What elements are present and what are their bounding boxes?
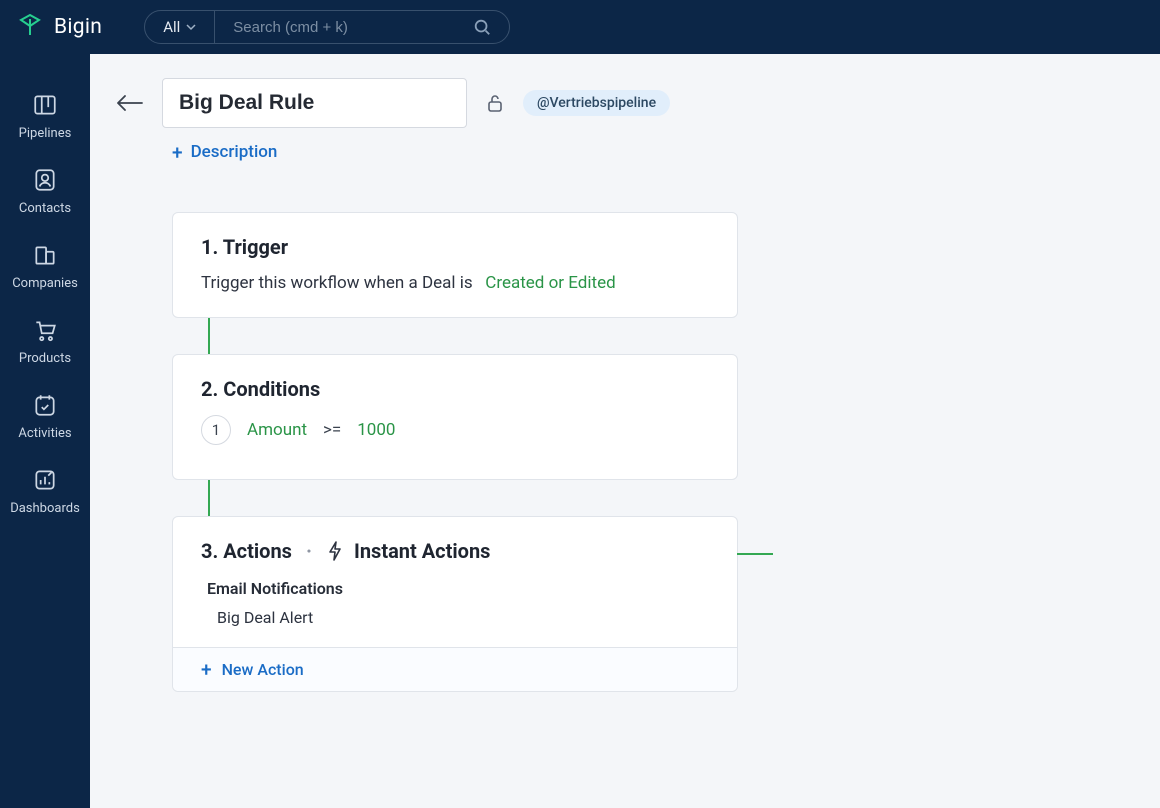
sidebar-label: Companies bbox=[12, 276, 78, 291]
dot-separator: · bbox=[306, 539, 312, 563]
lightning-icon bbox=[326, 541, 344, 561]
sidebar: Pipelines Contacts Companies Products bbox=[0, 54, 90, 808]
sidebar-label: Pipelines bbox=[19, 126, 72, 141]
condition-value: 1000 bbox=[357, 420, 395, 440]
action-item[interactable]: Big Deal Alert bbox=[217, 608, 709, 627]
sidebar-item-contacts[interactable]: Contacts bbox=[0, 153, 90, 228]
new-action-button[interactable]: + New Action bbox=[173, 647, 737, 691]
sidebar-label: Contacts bbox=[19, 201, 71, 216]
actions-subtitle: Instant Actions bbox=[354, 539, 490, 563]
pipeline-tag[interactable]: @Vertriebspipeline bbox=[523, 90, 670, 116]
sidebar-item-pipelines[interactable]: Pipelines bbox=[0, 78, 90, 153]
trigger-prefix: Trigger this workflow when a Deal is bbox=[201, 273, 473, 293]
topbar: Bigin All bbox=[0, 0, 1160, 54]
actions-title: 3. Actions · Instant Actions bbox=[201, 539, 709, 563]
rule-header: @Vertriebspipeline bbox=[114, 78, 1120, 128]
trigger-mode[interactable]: Created or Edited bbox=[485, 273, 615, 293]
sidebar-item-activities[interactable]: Activities bbox=[0, 378, 90, 453]
branch-connector bbox=[737, 553, 773, 555]
plus-icon: + bbox=[201, 660, 212, 679]
trigger-line: Trigger this workflow when a Deal is Cre… bbox=[201, 273, 709, 293]
new-action-label: New Action bbox=[222, 660, 304, 679]
conditions-card[interactable]: 2. Conditions 1 Amount >= 1000 bbox=[172, 354, 738, 480]
search-input[interactable] bbox=[233, 19, 463, 36]
rule-title-input[interactable] bbox=[162, 78, 467, 128]
chevron-down-icon bbox=[186, 18, 196, 36]
sidebar-item-companies[interactable]: Companies bbox=[0, 228, 90, 303]
add-description-button[interactable]: + Description bbox=[172, 142, 1120, 162]
trigger-title: 1. Trigger bbox=[201, 235, 709, 259]
main-content: @Vertriebspipeline + Description 1. Trig… bbox=[90, 54, 1160, 808]
sidebar-item-products[interactable]: Products bbox=[0, 303, 90, 378]
sidebar-item-dashboards[interactable]: Dashboards bbox=[0, 453, 90, 528]
condition-index: 1 bbox=[201, 415, 231, 445]
back-button[interactable] bbox=[114, 93, 144, 113]
search-icon[interactable] bbox=[473, 18, 491, 36]
conditions-title: 2. Conditions bbox=[201, 377, 709, 401]
search-filter-pill: All bbox=[144, 10, 510, 44]
brand-label: Bigin bbox=[54, 15, 102, 39]
condition-row[interactable]: 1 Amount >= 1000 bbox=[201, 415, 709, 445]
actions-card[interactable]: 3. Actions · Instant Actions Email Notif… bbox=[172, 516, 738, 692]
condition-operator: >= bbox=[323, 420, 341, 440]
search-segment bbox=[215, 11, 509, 43]
connector-line bbox=[208, 318, 210, 354]
sidebar-label: Products bbox=[19, 351, 71, 366]
trigger-card[interactable]: 1. Trigger Trigger this workflow when a … bbox=[172, 212, 738, 318]
plus-icon: + bbox=[172, 143, 183, 162]
actions-title-text: 3. Actions bbox=[201, 539, 292, 563]
add-description-label: Description bbox=[191, 142, 278, 162]
filter-dropdown[interactable]: All bbox=[145, 11, 215, 43]
sidebar-label: Activities bbox=[18, 426, 71, 441]
condition-field: Amount bbox=[247, 420, 307, 440]
action-group-label: Email Notifications bbox=[207, 579, 709, 598]
unlock-icon[interactable] bbox=[485, 93, 505, 113]
filter-label: All bbox=[163, 18, 180, 36]
connector-line bbox=[208, 480, 210, 516]
sidebar-label: Dashboards bbox=[10, 501, 80, 516]
bigin-logo-icon bbox=[18, 13, 42, 41]
brand-wrap: Bigin bbox=[18, 13, 102, 41]
